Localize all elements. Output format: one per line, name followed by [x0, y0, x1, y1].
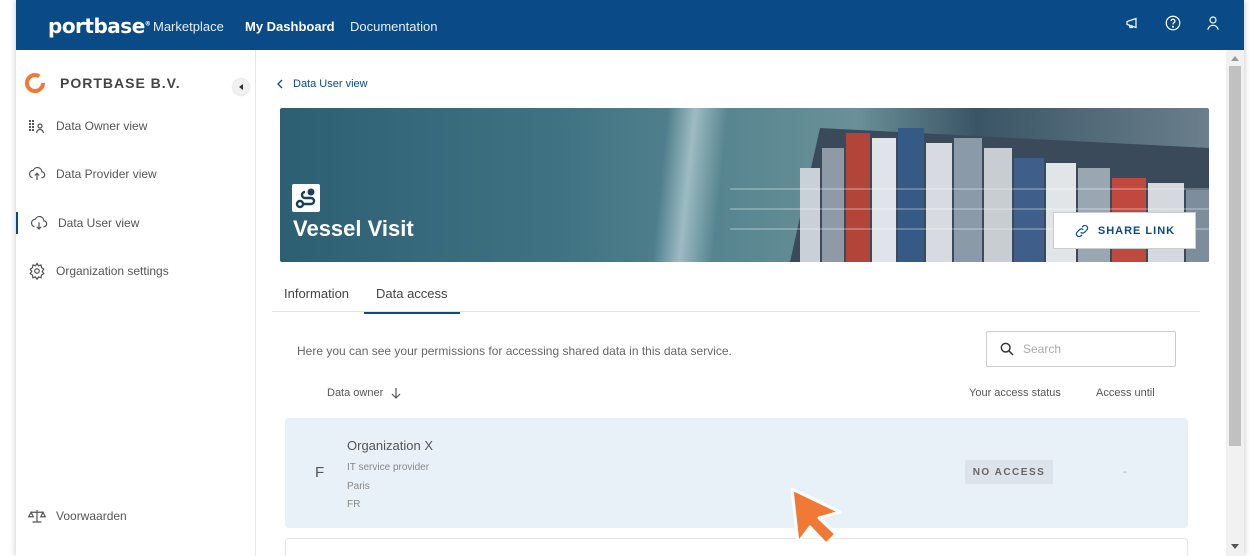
breadcrumb-label: Data User view [293, 78, 368, 90]
page-title: Vessel Visit [293, 216, 414, 241]
collapse-sidebar-button[interactable] [233, 79, 249, 95]
organization-type: IT service provider [347, 462, 430, 473]
cursor-arrow-icon [790, 487, 842, 546]
vessel-route-icon [292, 184, 320, 212]
tab-data-access[interactable]: Data access [364, 286, 460, 314]
cloud-upload-icon [28, 167, 46, 180]
data-owner-icon [29, 120, 45, 134]
sidebar-item-data-owner[interactable]: Data Owner view [16, 115, 255, 137]
hero-banner: Vessel Visit SHARE LINK [280, 108, 1209, 262]
scrollbar-thumb[interactable] [1229, 66, 1241, 446]
app-window: portbase® Marketplace My Dashboard Docum… [16, 0, 1244, 556]
column-header-access-until: Access until [1096, 387, 1155, 399]
organization-name: PORTBASE B.V. [60, 75, 181, 91]
nav-marketplace[interactable]: Marketplace [153, 19, 224, 34]
gear-icon [29, 262, 45, 280]
cloud-download-icon [30, 216, 48, 230]
search-icon [1000, 342, 1014, 356]
sidebar-item-voorwaarden[interactable]: Voorwaarden [16, 505, 255, 527]
ship-wake [649, 108, 731, 262]
portbase-logo[interactable]: portbase® [48, 14, 151, 38]
portbase-ring-icon [25, 73, 45, 93]
nav-documentation[interactable]: Documentation [350, 19, 437, 34]
organization-country: FR [347, 499, 361, 510]
access-until-value: - [1123, 466, 1127, 478]
user-icon[interactable] [1204, 14, 1222, 32]
scroll-up-arrow[interactable] [1231, 56, 1239, 61]
organization-name: Organization X [347, 438, 433, 453]
sidebar-item-label: Organization settings [56, 264, 169, 278]
caret-left-icon [239, 84, 243, 90]
nav-my-dashboard[interactable]: My Dashboard [245, 19, 335, 34]
share-link-button[interactable]: SHARE LINK [1053, 212, 1196, 249]
chevron-left-icon [277, 79, 283, 89]
breadcrumb[interactable]: Data User view [276, 78, 368, 90]
scroll-down-arrow[interactable] [1231, 544, 1239, 549]
search-box[interactable] [986, 331, 1176, 367]
link-icon [1075, 224, 1089, 237]
sidebar-item-label: Data Provider view [56, 167, 157, 181]
search-input[interactable] [1023, 342, 1163, 356]
sidebar-item-organization-settings[interactable]: Organization settings [16, 260, 255, 282]
column-header-access-status: Your access status [969, 387, 1061, 399]
help-icon[interactable] [1164, 14, 1182, 32]
avatar: F [315, 464, 325, 481]
table-row-partial[interactable] [285, 538, 1188, 556]
tab-information[interactable]: Information [284, 286, 349, 301]
sidebar: PORTBASE B.V. Data Owner view Data Provi… [16, 50, 256, 556]
organization-header: PORTBASE B.V. [24, 72, 181, 94]
sidebar-item-label: Data Owner view [56, 119, 148, 133]
nav-icons [1124, 14, 1222, 32]
share-link-label: SHARE LINK [1097, 224, 1176, 237]
sidebar-item-data-user[interactable]: Data User view [16, 212, 255, 234]
sidebar-item-label: Data User view [58, 216, 140, 230]
scale-icon [28, 510, 46, 523]
column-header-data-owner[interactable]: Data owner [327, 387, 401, 399]
description-text: Here you can see your permissions for ac… [297, 344, 732, 358]
sidebar-footer-link: Voorwaarden [56, 509, 127, 523]
organization-city: Paris [347, 481, 370, 492]
status-badge: NO ACCESS [965, 460, 1053, 484]
scrollbar[interactable] [1226, 50, 1244, 556]
sidebar-item-data-provider[interactable]: Data Provider view [16, 163, 255, 185]
megaphone-icon[interactable] [1124, 14, 1142, 32]
table-row[interactable]: F Organization X IT service provider Par… [285, 418, 1188, 528]
top-navbar: portbase® Marketplace My Dashboard Docum… [16, 0, 1244, 50]
arrow-down-icon [391, 388, 401, 399]
tab-bar: Information Data access [272, 278, 1200, 314]
